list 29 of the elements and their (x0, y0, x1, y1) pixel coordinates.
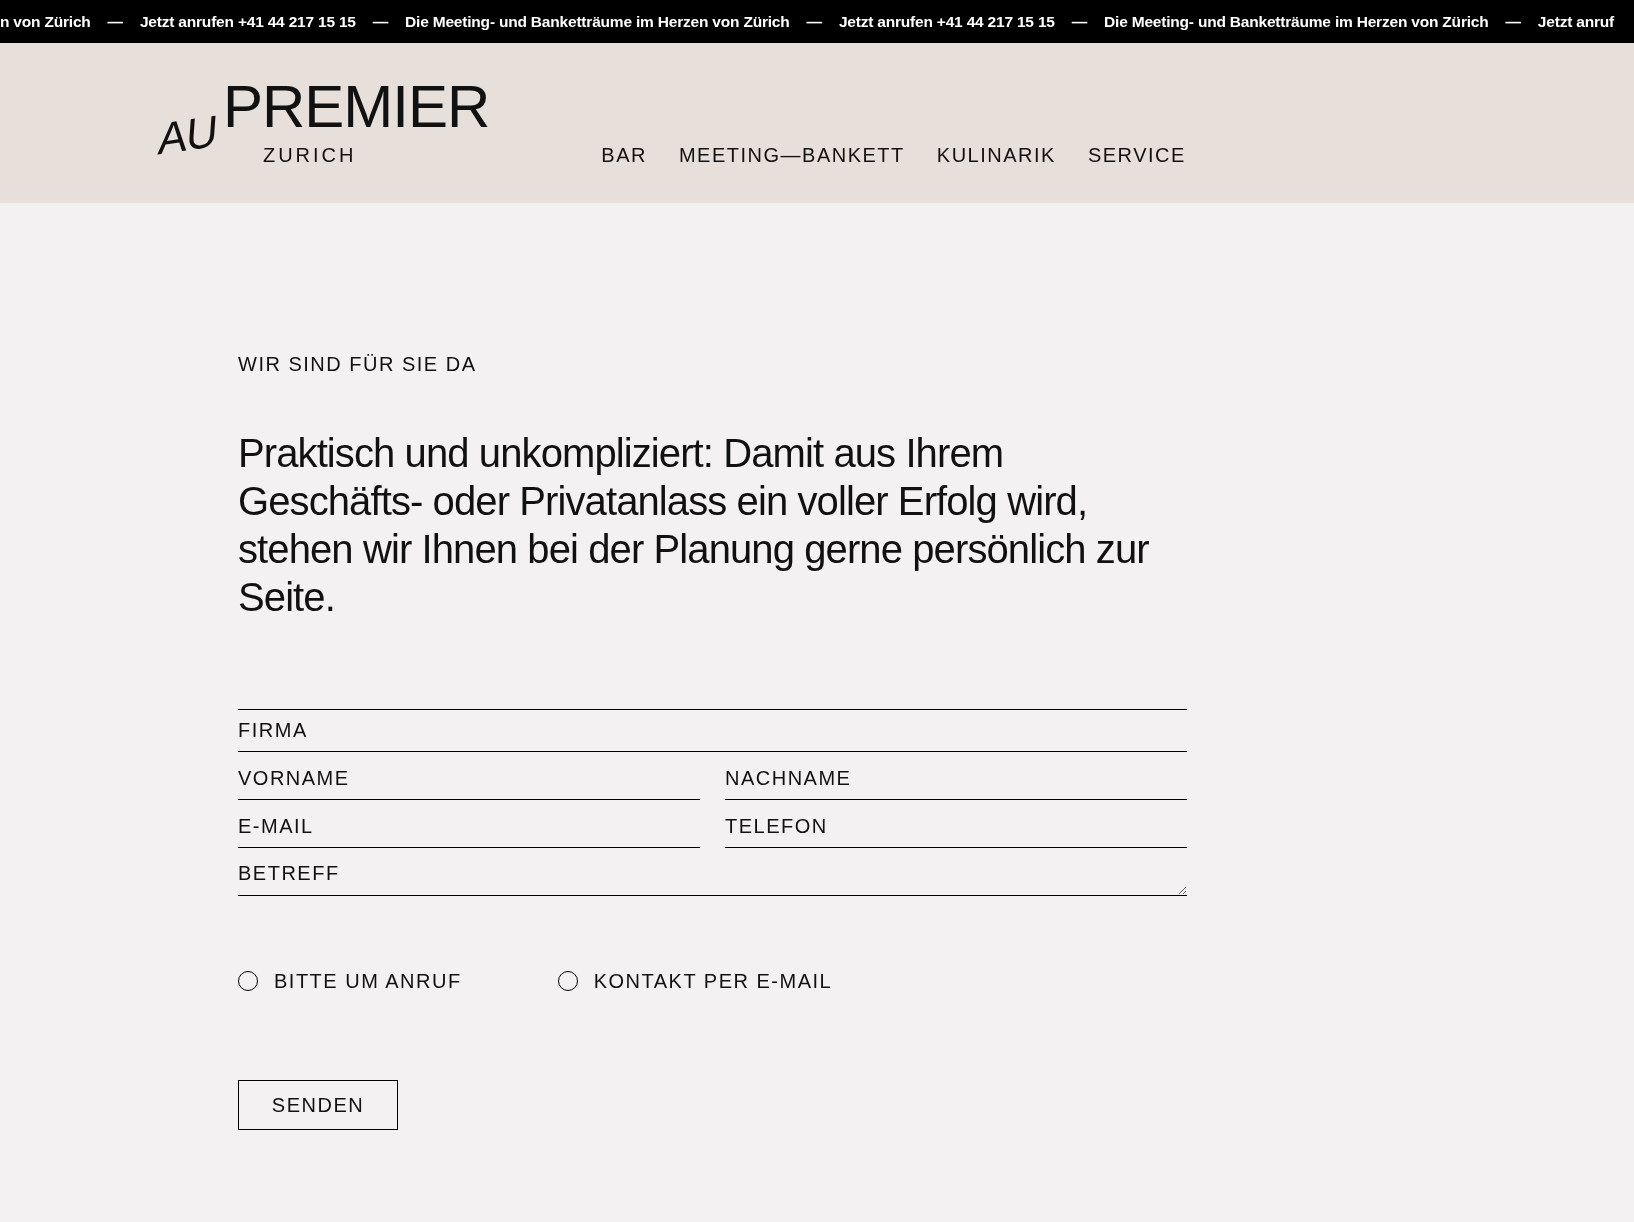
input-field[interactable]: VORNAME (238, 752, 700, 800)
logo-name: PREMIER (222, 77, 490, 137)
input-field[interactable]: FIRMA (238, 710, 1187, 752)
ticker-text: — (806, 11, 822, 32)
ticker-text: n von Zürich (0, 11, 91, 32)
logo-city: ZURICH (262, 145, 358, 165)
input-field[interactable]: E-MAIL (238, 800, 700, 848)
ticker-text: Die Meeting- und Banketträume im Herzen von Zürich (405, 11, 790, 32)
nav-link[interactable]: KULINARIK (936, 140, 1056, 170)
ticker-text: — (107, 11, 123, 32)
nav-link[interactable]: SERVICE (1087, 140, 1186, 170)
intro-paragraph: Praktisch und unkompliziert: Damit aus Ihrem Geschäfts- oder Privatanlass ein voller Erfolg wird, stehen wir Ihnen bei der Planung gerne persönlich zur Seite. (238, 430, 1150, 621)
submit-button[interactable]: SENDEN (238, 1080, 398, 1130)
input-field[interactable]: BETREFF (238, 848, 1187, 896)
radio-label[interactable]: KONTAKT PER E-MAIL (593, 966, 833, 996)
logo-prefix: AU (156, 108, 219, 162)
radio-label[interactable]: BITTE UM ANRUF (274, 966, 462, 996)
input-field[interactable]: NACHNAME (725, 752, 1187, 800)
nav-link[interactable]: BAR (601, 140, 647, 170)
input-field[interactable]: TELEFON (725, 800, 1187, 848)
ticker-text: Jetzt anrufen +41 44 217 15 15 (838, 11, 1055, 32)
ticker-text: — (1071, 11, 1088, 32)
ticker-text: Jetzt anrufen +41 44 217 15 15 (139, 11, 356, 32)
ticker-text: — (372, 11, 389, 32)
ticker-text: Die Meeting- und Banketträume im Herzen von Zürich (1104, 11, 1489, 32)
nav-link[interactable]: MEETING—BANKETT (678, 140, 905, 170)
ticker-text: Jetzt anruf (1537, 11, 1614, 32)
ticker-text: — (1505, 11, 1521, 32)
section-eyebrow: WIR SIND FÜR SIE DA (238, 352, 478, 377)
